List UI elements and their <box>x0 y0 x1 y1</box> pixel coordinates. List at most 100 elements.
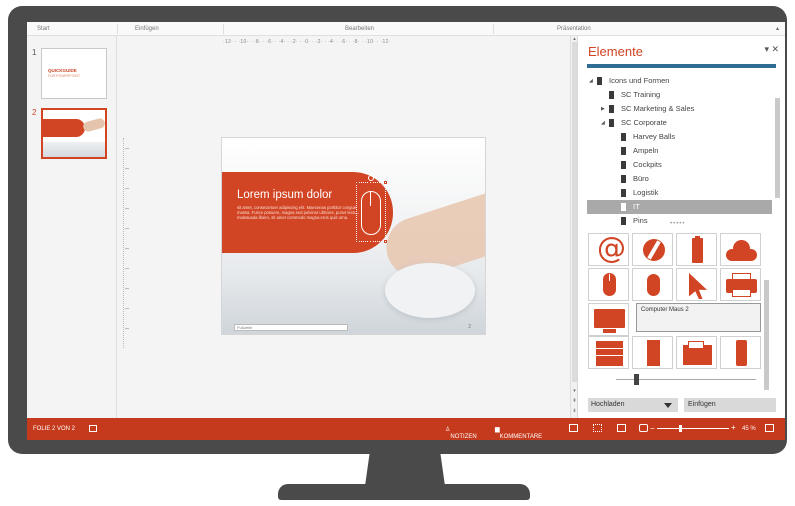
zoom-in-icon[interactable]: + <box>731 423 736 432</box>
spellcheck-icon[interactable] <box>89 425 97 432</box>
resize-handle[interactable] <box>369 240 372 243</box>
vertical-ruler <box>123 138 131 348</box>
zoom-out-icon[interactable]: − <box>650 424 655 433</box>
tree-item-sc-corporate[interactable]: ◢ SC Corporate <box>587 116 772 130</box>
thumbnail-number: 2 <box>32 108 37 117</box>
icon-size-slider-handle[interactable] <box>634 374 639 385</box>
tree-item-label: IT <box>633 202 640 211</box>
elements-task-pane: Elemente ▾ ✕ ◢ Icons und Formen SC Train… <box>577 36 785 418</box>
tree-item-icons-und-formen[interactable]: ◢ Icons und Formen <box>587 74 772 88</box>
folder-icon <box>597 77 602 85</box>
ribbon-group-labels: Start Einfügen Bearbeiten Präsentation ▴ <box>27 22 785 36</box>
tree-item-label: Icons und Formen <box>609 76 670 85</box>
usb-stick-icon[interactable] <box>676 233 717 266</box>
tree-item-label: Logistik <box>633 188 659 197</box>
monitor-stand <box>278 484 530 500</box>
category-icon <box>621 189 626 197</box>
at-sign-icon[interactable]: @ <box>588 232 629 266</box>
resize-handle[interactable] <box>355 240 358 243</box>
zoom-level[interactable]: 45 % <box>742 426 756 432</box>
thumbnail-number: 1 <box>32 48 37 57</box>
ribbon-group-praesentation[interactable]: Präsentation <box>557 26 591 32</box>
editor-scrollbar[interactable]: ▴ ▾ ⇞ ⇟ <box>570 36 577 418</box>
mouse-icon[interactable] <box>632 268 673 301</box>
resize-handle[interactable] <box>369 181 372 184</box>
server-rack-icon[interactable] <box>588 336 629 369</box>
slide-thumbnail-2[interactable] <box>41 108 107 159</box>
reading-view-icon[interactable] <box>617 424 626 432</box>
expand-icon[interactable]: ◢ <box>589 74 593 88</box>
fax-icon[interactable] <box>676 336 717 369</box>
slide-canvas[interactable]: Lorem ipsum dolor sit amet, consectetuer… <box>221 137 486 335</box>
splitter-handle[interactable]: ••••• <box>670 221 686 227</box>
insert-button[interactable]: Einfügen <box>684 398 776 412</box>
category-icon <box>621 133 626 141</box>
slide-body-text[interactable]: sit amet, consectetuer adipiscing elit. … <box>237 205 361 221</box>
zoom-slider-handle[interactable] <box>679 425 682 432</box>
printer-icon[interactable] <box>720 268 761 301</box>
fit-to-window-icon[interactable] <box>765 424 774 432</box>
monitor-icon[interactable] <box>588 303 629 336</box>
category-icon <box>621 161 626 169</box>
slide-sorter-icon[interactable] <box>593 424 602 432</box>
tree-item-label: Ampeln <box>633 146 659 155</box>
computer-mouse-icon[interactable] <box>355 175 387 243</box>
tree-scrollbar[interactable] <box>775 98 780 198</box>
horizontal-ruler: ·12· · ·10· · ·8· · ·6· · ·4· · ·2· · ·0… <box>223 39 391 45</box>
category-icon <box>621 175 626 183</box>
pane-accent-bar <box>587 64 776 68</box>
zoom-slider[interactable] <box>657 428 729 429</box>
resize-handle[interactable] <box>355 210 358 213</box>
folder-icon <box>609 119 614 127</box>
ribbon-group-bearbeiten[interactable]: Bearbeiten <box>345 26 374 32</box>
tree-item-buero[interactable]: Büro <box>587 172 772 186</box>
gallery-scrollbar[interactable] <box>764 280 769 390</box>
tree-item-label: SC Marketing & Sales <box>621 104 695 113</box>
ribbon-group-start[interactable]: Start <box>37 26 50 32</box>
powerpoint-window: Start Einfügen Bearbeiten Präsentation ▴… <box>27 22 785 440</box>
tree-item-ampeln[interactable]: Ampeln <box>587 144 772 158</box>
computer-mouse-icon[interactable] <box>588 268 629 301</box>
expand-icon[interactable]: ▶ <box>601 102 605 116</box>
flash-icon[interactable] <box>632 233 673 266</box>
pane-close-icon[interactable]: ▾ ✕ <box>764 44 779 55</box>
tree-item-sc-marketing-sales[interactable]: ▶ SC Marketing & Sales <box>587 102 772 116</box>
tree-item-harvey-balls[interactable]: Harvey Balls <box>587 130 772 144</box>
mouse-photo <box>385 263 475 318</box>
slide-footer[interactable]: Fußzeile <box>234 324 348 331</box>
resize-handle[interactable] <box>384 240 387 243</box>
tree-item-sc-training[interactable]: SC Training <box>587 88 772 102</box>
upload-label: Hochladen <box>591 401 625 408</box>
folder-icon <box>609 91 614 99</box>
title-banner[interactable]: Lorem ipsum dolor sit amet, consectetuer… <box>222 172 393 253</box>
tree-item-logistik[interactable]: Logistik <box>587 186 772 200</box>
smartphone-icon[interactable] <box>720 336 761 369</box>
tree-item-cockpits[interactable]: Cockpits <box>587 158 772 172</box>
tree-item-it[interactable]: IT <box>587 200 772 214</box>
category-icon <box>621 203 626 211</box>
upload-dropdown[interactable]: Hochladen <box>588 398 678 412</box>
slide-page-number: 2 <box>468 324 471 330</box>
tree-item-label: Cockpits <box>633 160 662 169</box>
cloud-icon[interactable] <box>720 233 761 266</box>
resize-handle[interactable] <box>355 181 358 184</box>
pc-tower-icon[interactable] <box>632 336 673 369</box>
ribbon-group-einfuegen[interactable]: Einfügen <box>135 26 159 32</box>
monitor-neck <box>365 452 445 486</box>
expand-icon[interactable]: ◢ <box>601 116 605 130</box>
cursor-arrow-icon[interactable] <box>676 268 717 301</box>
normal-view-icon[interactable] <box>569 424 578 432</box>
comments-button[interactable]: ▆ KOMMENTARE <box>495 426 542 440</box>
slide-thumbnail-1[interactable]: QUICKGUIDE FÜR POWERPOINT <box>41 48 107 99</box>
ribbon-collapse-icon[interactable]: ▴ <box>776 25 779 32</box>
slide-thumbnail-panel: 1 QUICKGUIDE FÜR POWERPOINT 2 <box>27 36 117 418</box>
slide-title[interactable]: Lorem ipsum dolor <box>237 189 332 201</box>
tree-item-label: SC Training <box>621 90 661 99</box>
resize-handle[interactable] <box>384 181 387 184</box>
slideshow-icon[interactable] <box>639 424 648 432</box>
resize-handle[interactable] <box>384 210 387 213</box>
selected-element-tooltip: Computer Maus 2 <box>636 303 761 332</box>
folder-icon <box>609 105 614 113</box>
tree-item-label: Büro <box>633 174 649 183</box>
notes-button[interactable]: ♙ NOTIZEN <box>445 426 477 440</box>
